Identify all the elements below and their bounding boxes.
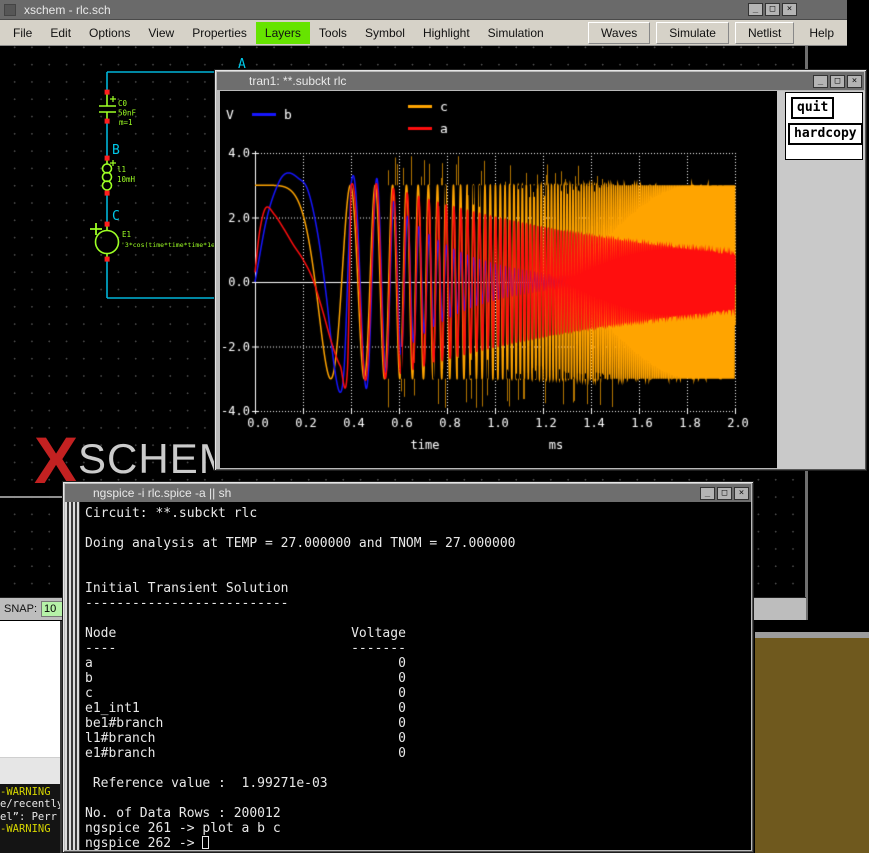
console-line: -WARNING (0, 786, 60, 798)
xschem-logo-text: SCHEM (78, 435, 214, 482)
close-icon[interactable]: × (847, 75, 862, 88)
terminal-title: ngspice -i rlc.spice -a || sh (93, 486, 231, 500)
menu-item-options[interactable]: Options (80, 22, 139, 44)
terminal-window: ngspice -i rlc.spice -a || sh _□× Circui… (62, 481, 754, 853)
xschem-window-controls: _□× (748, 3, 845, 16)
menu-item-simulation[interactable]: Simulation (479, 22, 553, 44)
background-dialog-footer (0, 757, 60, 784)
background-dialog-panel: -WARNINGe/recentlyel”: Perr-WARNING (0, 621, 62, 853)
minimize-icon[interactable]: _ (700, 487, 715, 500)
plot-window-title: tran1: **.subckt rlc (249, 74, 346, 88)
terminal-scrollbar[interactable] (65, 502, 80, 850)
console-line: e/recently (0, 798, 60, 810)
waveform-plot (220, 91, 777, 468)
menu-item-edit[interactable]: Edit (41, 22, 80, 44)
plot-window-controls: _□× (813, 75, 862, 88)
xschem-titlebar[interactable]: xschem - rlc.sch _□× (0, 0, 847, 20)
menu-item-symbol[interactable]: Symbol (356, 22, 414, 44)
plot-window-titlebar[interactable]: tran1: **.subckt rlc _□× (217, 72, 864, 90)
terminal-titlebar[interactable]: ngspice -i rlc.spice -a || sh _□× (65, 484, 751, 502)
console-line: -WARNING (0, 823, 60, 835)
close-icon[interactable]: × (782, 3, 797, 16)
toolbar-button-netlist[interactable]: Netlist (735, 22, 794, 44)
window-icon (4, 4, 16, 16)
close-icon[interactable]: × (734, 487, 749, 500)
maximize-icon[interactable]: □ (717, 487, 732, 500)
toolbar-button-help[interactable]: Help (800, 22, 843, 44)
terminal-text: Circuit: **.subckt rlc Doing analysis at… (85, 506, 515, 850)
quit-button[interactable]: quit (791, 97, 834, 119)
minimize-icon[interactable]: _ (813, 75, 828, 88)
background-console: -WARNINGe/recentlyel”: Perr-WARNING (0, 784, 60, 853)
terminal-output: Circuit: **.subckt rlc Doing analysis at… (85, 506, 515, 850)
terminal-window-controls: _□× (700, 487, 749, 500)
toolbar-button-waves[interactable]: Waves (588, 22, 650, 44)
maximize-icon[interactable]: □ (765, 3, 780, 16)
snap-label: SNAP: (4, 603, 37, 615)
menu-item-properties[interactable]: Properties (183, 22, 256, 44)
toolbar-button-simulate[interactable]: Simulate (656, 22, 729, 44)
xschem-menubar: FileEditOptionsViewPropertiesLayersTools… (0, 20, 847, 46)
maximize-icon[interactable]: □ (830, 75, 845, 88)
menu-item-view[interactable]: View (139, 22, 183, 44)
hardcopy-button[interactable]: hardcopy (788, 123, 863, 145)
menu-item-tools[interactable]: Tools (310, 22, 356, 44)
plot-side-panel: quit hardcopy (777, 91, 865, 469)
minimize-icon[interactable]: _ (748, 3, 763, 16)
xschem-window-title: xschem - rlc.sch (24, 3, 111, 17)
menu-item-highlight[interactable]: Highlight (414, 22, 479, 44)
plot-button-panel: quit hardcopy (785, 92, 863, 160)
terminal-cursor (202, 836, 209, 849)
plot-window: tran1: **.subckt rlc _□× quit hardcopy (214, 69, 867, 471)
terminal-content[interactable]: Circuit: **.subckt rlc Doing analysis at… (65, 502, 751, 850)
desktop-background-patch (755, 638, 869, 853)
menu-item-file[interactable]: File (4, 22, 41, 44)
menu-item-layers[interactable]: Layers (256, 22, 310, 44)
console-line: el”: Perr (0, 811, 60, 823)
